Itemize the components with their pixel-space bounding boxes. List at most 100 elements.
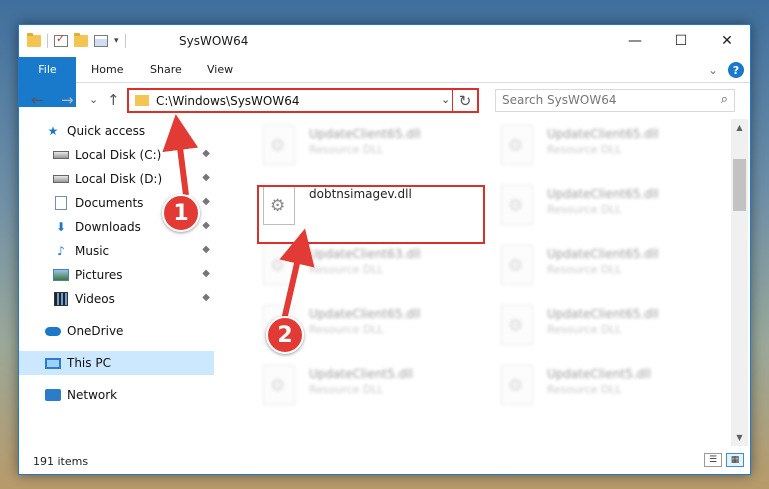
sidebar-item-network[interactable]: Network	[19, 383, 214, 407]
file-type: Resource DLL	[547, 383, 622, 396]
sidebar-item-this-pc[interactable]: This PC	[19, 351, 214, 375]
sidebar-item-label: Quick access	[67, 124, 146, 138]
address-bar[interactable]: C:\Windows\SysWOW64 ⌄ ↻	[127, 88, 479, 113]
dll-file-icon	[263, 125, 295, 165]
music-icon: ♪	[57, 244, 65, 258]
tab-share[interactable]: Share	[136, 57, 196, 83]
pin-icon[interactable]: ◆	[202, 244, 210, 255]
scroll-up-icon[interactable]: ▲	[731, 119, 748, 136]
sidebar-item-quick-access[interactable]: ★ Quick access	[19, 119, 214, 143]
file-item[interactable]: UpdateClient65.dll Resource DLL	[497, 243, 717, 293]
file-type: Resource DLL	[309, 143, 384, 156]
drive-icon	[53, 172, 69, 186]
quick-access-toolbar: ▾	[27, 32, 126, 48]
large-icons-view-icon[interactable]: ▦	[726, 453, 744, 467]
customize-toolbar-chevron-icon[interactable]: ▾	[114, 36, 119, 46]
dll-file-icon	[501, 305, 533, 345]
window-title: SysWOW64	[179, 34, 249, 48]
file-item[interactable]: UpdateClient65.dll Resource DLL	[497, 183, 717, 233]
file-name: UpdateClient65.dll	[547, 247, 659, 261]
file-type: Resource DLL	[547, 323, 622, 336]
folder-icon[interactable]	[27, 33, 41, 47]
dll-file-icon	[263, 365, 295, 405]
vertical-scrollbar[interactable]: ▲ ▼	[731, 119, 748, 446]
maximize-button[interactable]: ☐	[658, 25, 704, 57]
file-name: UpdateClient5.dll	[309, 367, 413, 381]
dll-file-icon	[263, 245, 295, 285]
tab-home[interactable]: Home	[77, 57, 137, 83]
documents-icon	[53, 196, 69, 210]
window-controls: — ☐ ✕	[612, 25, 750, 57]
sidebar-item-label: Network	[67, 388, 118, 402]
recent-locations-chevron-icon[interactable]: ⌄	[89, 93, 98, 106]
sidebar-item-pictures[interactable]: Pictures ◆	[19, 263, 214, 287]
tab-view[interactable]: View	[193, 57, 247, 83]
sidebar-item-music[interactable]: ♪ Music ◆	[19, 239, 214, 263]
status-bar: 191 items ☰ ▦	[19, 447, 750, 474]
address-folder-icon	[135, 95, 149, 106]
file-name: UpdateClient63.dll	[309, 247, 421, 261]
scrollbar-thumb[interactable]	[733, 159, 746, 211]
callout-badge-2: 2	[266, 316, 304, 354]
onedrive-icon	[45, 324, 61, 338]
file-item[interactable]: UpdateClient63.dll Resource DLL	[259, 243, 479, 293]
expand-ribbon-chevron-icon[interactable]: ⌄	[708, 63, 718, 77]
pin-icon[interactable]: ◆	[202, 196, 210, 207]
search-icon[interactable]: ⌕	[721, 92, 728, 107]
sidebar-item-videos[interactable]: Videos ◆	[19, 287, 214, 311]
sidebar-item-local-disk-d[interactable]: Local Disk (D:) ◆	[19, 167, 214, 191]
file-type: Resource DLL	[309, 323, 384, 336]
scroll-down-icon[interactable]: ▼	[731, 429, 748, 446]
help-icon[interactable]: ?	[728, 62, 744, 78]
file-name: UpdateClient65.dll	[309, 127, 421, 141]
minimize-button[interactable]: —	[612, 25, 658, 57]
refresh-icon[interactable]: ↻	[452, 88, 477, 113]
details-view-icon[interactable]: ☰	[704, 453, 722, 467]
sidebar-item-label: OneDrive	[67, 324, 124, 338]
drive-icon	[53, 148, 69, 162]
pin-icon[interactable]: ◆	[202, 268, 210, 279]
network-icon	[45, 388, 61, 402]
file-item[interactable]: UpdateClient65.dll Resource DLL	[497, 303, 717, 353]
file-name: UpdateClient65.dll	[547, 307, 659, 321]
up-arrow-icon[interactable]: ↑	[107, 91, 120, 109]
address-text[interactable]: C:\Windows\SysWOW64	[156, 94, 300, 108]
file-type: Resource DLL	[309, 263, 384, 276]
navigation-bar: ← → ⌄ ↑ C:\Windows\SysWOW64 ⌄ ↻ Search S…	[19, 84, 750, 118]
file-list: UpdateClient65.dll Resource DLL UpdateCl…	[215, 119, 729, 446]
sidebar-item-label: Pictures	[75, 268, 123, 282]
file-item[interactable]: UpdateClient5.dll Resource DLL	[497, 363, 717, 413]
callout-badge-1: 1	[162, 194, 200, 232]
this-pc-icon	[45, 356, 61, 370]
file-item[interactable]: UpdateClient65.dll Resource DLL	[259, 123, 479, 173]
highlight-box-file	[257, 185, 485, 244]
close-button[interactable]: ✕	[704, 25, 750, 57]
item-count: 191 items	[33, 455, 89, 468]
file-name: UpdateClient65.dll	[547, 187, 659, 201]
forward-arrow-icon[interactable]: →	[61, 91, 74, 109]
sidebar-item-onedrive[interactable]: OneDrive	[19, 319, 214, 343]
pin-icon[interactable]: ◆	[202, 292, 210, 303]
pin-icon[interactable]: ◆	[202, 220, 210, 231]
address-dropdown-chevron-icon[interactable]: ⌄	[441, 93, 450, 106]
pin-icon[interactable]: ◆	[202, 148, 210, 159]
properties-icon[interactable]	[94, 35, 108, 47]
file-name: UpdateClient5.dll	[547, 367, 651, 381]
new-folder-icon[interactable]	[74, 33, 88, 47]
navigation-pane: ★ Quick access Local Disk (C:) ◆ Local D…	[19, 119, 214, 446]
properties-check-icon[interactable]	[54, 32, 68, 47]
file-type: Resource DLL	[547, 143, 622, 156]
file-item[interactable]: UpdateClient5.dll Resource DLL	[259, 363, 479, 413]
file-name: UpdateClient65.dll	[547, 127, 659, 141]
dll-file-icon	[501, 185, 533, 225]
sidebar-item-local-disk-c[interactable]: Local Disk (C:) ◆	[19, 143, 214, 167]
file-item[interactable]: UpdateClient65.dll Resource DLL	[497, 123, 717, 173]
back-arrow-icon[interactable]: ←	[31, 91, 44, 109]
search-input[interactable]: Search SysWOW64 ⌕	[495, 89, 735, 112]
ribbon-tabs: File Home Share View ⌄ ?	[19, 57, 750, 107]
pin-icon[interactable]: ◆	[202, 172, 210, 183]
file-type: Resource DLL	[547, 203, 622, 216]
downloads-icon: ⬇	[55, 220, 67, 234]
sidebar-item-label: Local Disk (C:)	[75, 148, 162, 162]
sidebar-item-label: Documents	[75, 196, 144, 210]
